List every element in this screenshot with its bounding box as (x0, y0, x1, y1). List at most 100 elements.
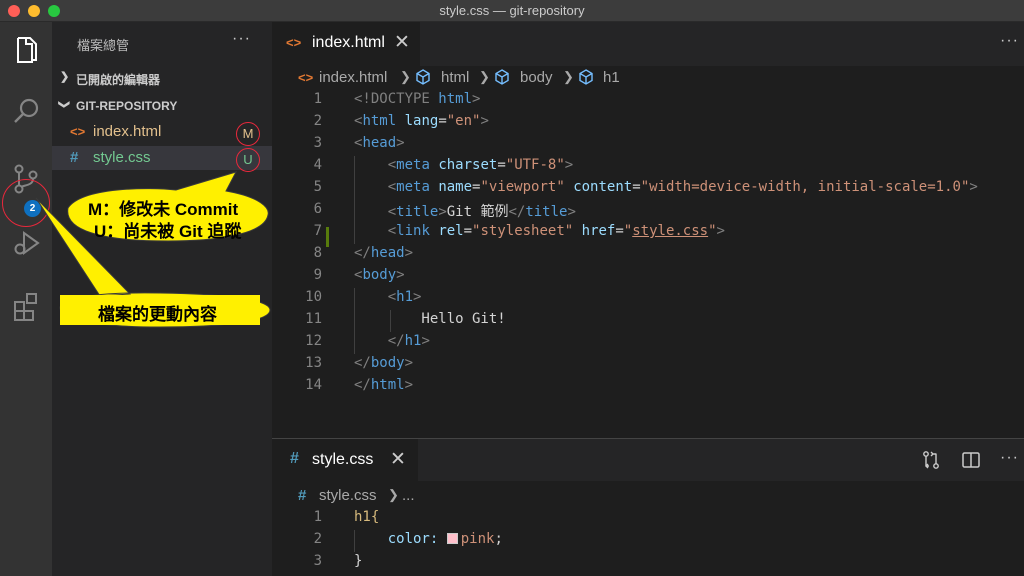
code-token: < (354, 179, 397, 195)
code-token: " (623, 223, 633, 239)
code-token: lang (404, 113, 439, 129)
code-token: head (370, 245, 405, 261)
tab-label: style.css (312, 451, 374, 468)
code-editor-index-html[interactable]: 1 <!DOCTYPE html> 2 <html lang="en"> 3 <head>… (272, 90, 1024, 400)
symbol-icon (494, 69, 510, 89)
code-token: > (716, 223, 725, 239)
code-token: < (354, 223, 397, 239)
open-changes-icon[interactable] (920, 449, 942, 471)
line-number: 8 (313, 245, 322, 261)
code-token: name (438, 179, 473, 195)
code-token: > (404, 245, 414, 261)
code-token: rel (438, 223, 464, 239)
zoom-window-button[interactable] (48, 5, 60, 17)
code-token: link (396, 223, 430, 239)
css-file-icon: # (70, 149, 79, 166)
line-number: 1 (313, 509, 322, 525)
code-token: < (354, 204, 397, 220)
line-number: 13 (305, 355, 322, 371)
code-token: "viewport" (480, 179, 565, 195)
code-token: meta (396, 157, 430, 173)
chevron-right-icon: ❯ (563, 69, 574, 84)
chevron-down-icon: ❯ (58, 99, 71, 110)
open-editors-section[interactable]: ❯ 已開啟的編輯器 (52, 67, 272, 89)
code-token: href (581, 223, 616, 239)
code-line: 11 Hello Git! (272, 310, 1024, 332)
editor-tab-bar: <> index.html ✕ ··· (272, 22, 1024, 66)
line-number: 11 (305, 311, 322, 327)
repository-section[interactable]: ❯ GIT-REPOSITORY (52, 95, 272, 117)
breadcrumb-item[interactable]: index.html (319, 69, 387, 86)
tab-style-css[interactable]: # style.css ✕ (272, 439, 418, 481)
run-debug-icon[interactable] (6, 223, 46, 263)
chevron-right-icon: ❯ (60, 71, 70, 83)
code-token: html (362, 113, 397, 129)
code-token: = (438, 113, 447, 129)
close-window-button[interactable] (8, 5, 20, 17)
breadcrumb-item[interactable]: body (520, 69, 553, 86)
code-token: = (463, 223, 473, 239)
editor-more-button[interactable]: ··· (1000, 449, 1019, 467)
file-name: index.html (93, 123, 162, 140)
code-token: > (564, 157, 574, 173)
code-token: > (480, 113, 489, 129)
tab-label: index.html (312, 34, 385, 51)
code-token: > (421, 333, 430, 349)
minimize-window-button[interactable] (28, 5, 40, 17)
line-number: 12 (305, 333, 322, 349)
close-icon[interactable]: ✕ (390, 448, 406, 471)
code-line: 13 </body> (272, 354, 1024, 376)
title-bar: style.css — git-repository (0, 0, 1024, 22)
code-token: > (969, 179, 978, 195)
code-token: = (615, 223, 624, 239)
breadcrumb-item[interactable]: ... (402, 487, 415, 504)
editor-more-button[interactable]: ··· (1000, 32, 1019, 50)
code-editor-style-css[interactable]: 1 h1{ 2 color: pink; 3} (272, 508, 1024, 576)
editor-tab-bar-2: # style.css ✕ ··· (272, 439, 1024, 481)
sidebar-more-button[interactable]: ··· (232, 30, 251, 48)
window-title: style.css — git-repository (439, 3, 585, 18)
breadcrumb-item[interactable]: h1 (603, 69, 620, 86)
line-number: 4 (313, 157, 322, 173)
file-item-index-html[interactable]: <> index.html M (52, 120, 272, 146)
code-token: Git 範例 (446, 204, 509, 220)
line-number: 14 (305, 377, 322, 393)
code-token: "UTF-8" (505, 157, 565, 173)
split-editor-icon[interactable] (960, 449, 982, 471)
html-file-icon: <> (70, 124, 86, 139)
close-icon[interactable]: ✕ (394, 31, 410, 54)
code-token: <!DOCTYPE (354, 91, 439, 107)
git-status-badge: M (236, 122, 260, 146)
code-token: style.css (632, 223, 709, 239)
code-token: content (573, 179, 633, 195)
status-legend-untracked: U：尚未被 Git 追蹤 (94, 222, 242, 241)
git-status-badge: U (236, 148, 260, 172)
line-number: 10 (305, 289, 322, 305)
code-token: > (396, 135, 405, 151)
code-token: ; (494, 531, 503, 547)
explorer-sidebar: 檔案總管 ··· ❯ 已開啟的編輯器 ❯ GIT-REPOSITORY <> i… (52, 22, 272, 576)
extensions-icon[interactable] (6, 285, 46, 325)
search-icon[interactable] (6, 92, 46, 132)
css-file-icon: # (290, 450, 299, 467)
explorer-icon[interactable] (6, 30, 46, 70)
line-number: 5 (313, 179, 322, 195)
line-number: 3 (313, 553, 322, 569)
file-name: style.css (93, 149, 151, 166)
changes-callout-label: 檔案的更動內容 (98, 305, 217, 324)
line-number: 3 (313, 135, 322, 151)
code-line: 3 <head> (272, 134, 1024, 156)
line-number: 2 (313, 531, 322, 547)
line-number: 6 (313, 201, 322, 217)
tab-index-html[interactable]: <> index.html ✕ (272, 22, 420, 66)
code-line: 2 <html lang="en"> (272, 112, 1024, 134)
code-token: html (370, 377, 405, 393)
file-item-style-css[interactable]: # style.css U (52, 146, 272, 172)
color-swatch-icon[interactable] (446, 533, 458, 544)
code-token: color: (354, 531, 447, 547)
activity-bar: 2 (0, 22, 52, 576)
breadcrumb-item[interactable]: style.css (319, 487, 377, 504)
symbol-icon (415, 69, 431, 89)
breadcrumb-item[interactable]: html (441, 69, 469, 86)
code-token: Hello Git! (354, 311, 506, 327)
